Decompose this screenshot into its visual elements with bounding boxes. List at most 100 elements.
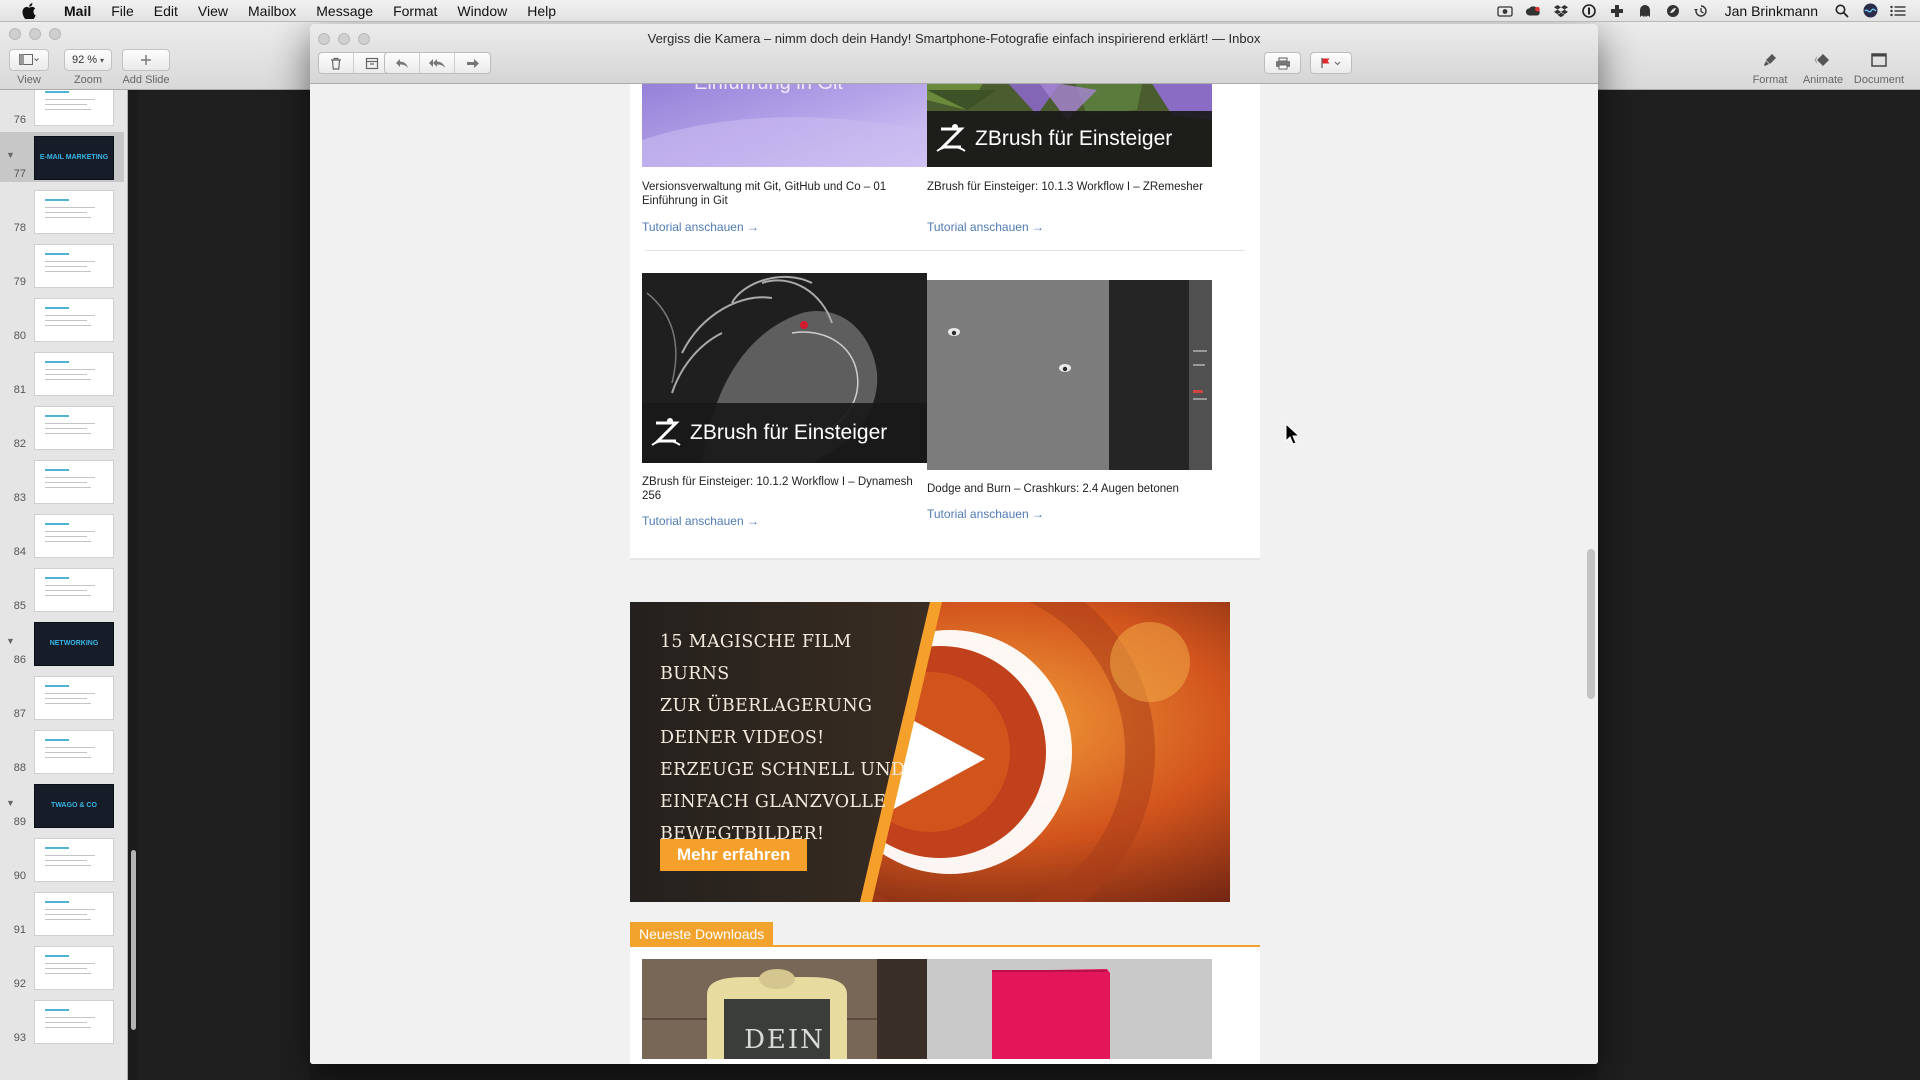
- user-name[interactable]: Jan Brinkmann: [1725, 3, 1818, 19]
- slide-thumbnail-row[interactable]: 78: [0, 186, 124, 236]
- slide-thumbnail[interactable]: [34, 352, 114, 396]
- slide-thumbnail[interactable]: [34, 892, 114, 936]
- menu-message[interactable]: Message: [306, 0, 383, 22]
- download-image-note[interactable]: [927, 959, 1212, 1059]
- slide-thumbnail-row[interactable]: 90: [0, 834, 124, 884]
- tutorial-link[interactable]: Tutorial anschauen →: [642, 514, 759, 528]
- leaf-icon[interactable]: [1665, 4, 1681, 18]
- menu-format[interactable]: Format: [383, 0, 447, 22]
- keynote-animate-tool[interactable]: Animate: [1802, 49, 1844, 86]
- slide-thumbnail[interactable]: [34, 190, 114, 234]
- tutorial-image-zbrush[interactable]: ZBrush für Einsteiger: [642, 273, 927, 463]
- plus-icon[interactable]: [122, 49, 170, 71]
- slide-thumbnail[interactable]: NETWORKING: [34, 622, 114, 666]
- slide-thumbnail-row[interactable]: 79: [0, 240, 124, 290]
- slide-thumbnail-row[interactable]: 93: [0, 996, 124, 1046]
- cloud-icon[interactable]: [1637, 4, 1653, 18]
- slide-thumbnail-row[interactable]: 80: [0, 294, 124, 344]
- film-burns-banner[interactable]: 15 MAGISCHE FILM BURNS ZUR ÜBERLAGERUNG …: [630, 602, 1230, 902]
- plus-icon[interactable]: [1609, 4, 1625, 18]
- slide-thumbnail-row[interactable]: ▼ TWAGO & CO 89: [0, 780, 124, 830]
- slide-thumbnail-row[interactable]: 76: [0, 90, 124, 128]
- tutorial-image-zbrush[interactable]: ZBrush für Einsteiger: [927, 84, 1212, 167]
- trash-icon[interactable]: [319, 53, 354, 73]
- menu-window[interactable]: Window: [447, 0, 517, 22]
- slide-thumbnail[interactable]: [34, 838, 114, 882]
- slide-thumbnail[interactable]: [34, 1000, 114, 1044]
- slide-thumbnail-row[interactable]: 88: [0, 726, 124, 776]
- menu-file[interactable]: File: [101, 0, 144, 22]
- disclosure-triangle-icon[interactable]: ▼: [6, 636, 15, 646]
- slide-thumbnail-row[interactable]: 82: [0, 402, 124, 452]
- menu-app-mail[interactable]: Mail: [54, 0, 101, 22]
- slide-thumbnail[interactable]: [34, 406, 114, 450]
- siri-icon[interactable]: [1862, 3, 1878, 18]
- tutorial-title[interactable]: Dodge and Burn – Crashkurs: 2.4 Augen be…: [927, 482, 1212, 496]
- keynote-add-slide-tool[interactable]: Add Slide: [122, 49, 170, 86]
- sidebar-layout-icon[interactable]: [9, 49, 49, 71]
- disclosure-triangle-icon[interactable]: ▼: [6, 798, 15, 808]
- slide-thumbnail[interactable]: [34, 244, 114, 288]
- keynote-zoom-tool[interactable]: 92 % ▾ Zoom: [64, 49, 112, 86]
- reply-icon[interactable]: [385, 53, 420, 73]
- slide-thumbnail-row[interactable]: 84: [0, 510, 124, 560]
- tutorial-title[interactable]: ZBrush für Einsteiger: 10.1.2 Workflow I…: [642, 475, 927, 503]
- forward-icon[interactable]: [455, 53, 490, 73]
- slide-thumbnail[interactable]: [34, 568, 114, 612]
- download-image-sign[interactable]: DEIN: [642, 959, 927, 1059]
- flag-icon[interactable]: [1311, 53, 1351, 73]
- tutorial-title[interactable]: Versionsverwaltung mit Git, GitHub und C…: [642, 180, 927, 208]
- tutorial-image-dodge-burn[interactable]: [927, 280, 1212, 470]
- slide-thumbnail[interactable]: TWAGO & CO: [34, 784, 114, 828]
- menu-edit[interactable]: Edit: [144, 0, 188, 22]
- slide-thumbnail[interactable]: [34, 90, 114, 126]
- keynote-zoom-button[interactable]: [49, 28, 61, 40]
- tutorial-link[interactable]: Tutorial anschauen →: [927, 507, 1044, 521]
- slide-thumbnail-row[interactable]: 92: [0, 942, 124, 992]
- slide-thumbnail[interactable]: [34, 514, 114, 558]
- keynote-minimize-button[interactable]: [29, 28, 41, 40]
- slide-thumbnail[interactable]: [34, 460, 114, 504]
- slide-thumbnail[interactable]: [34, 730, 114, 774]
- spotlight-search-icon[interactable]: [1834, 4, 1850, 18]
- dropbox-icon[interactable]: [1553, 4, 1569, 18]
- slide-thumbnail-line: [45, 914, 87, 915]
- menu-mailbox[interactable]: Mailbox: [238, 0, 306, 22]
- slide-thumbnail-row[interactable]: 91: [0, 888, 124, 938]
- slide-thumbnail-row[interactable]: 87: [0, 672, 124, 722]
- tutorial-image-git[interactable]: Einführung in Git: [642, 84, 927, 167]
- creative-cloud-icon[interactable]: [1525, 4, 1541, 18]
- slide-thumbnail[interactable]: [34, 676, 114, 720]
- navigator-scrollbar[interactable]: [131, 850, 136, 1030]
- print-icon[interactable]: [1265, 53, 1300, 73]
- menu-view[interactable]: View: [188, 0, 238, 22]
- message-body[interactable]: Einführung in Git Versionsverwaltung mit…: [310, 84, 1598, 1064]
- keynote-close-button[interactable]: [9, 28, 21, 40]
- keynote-format-tool[interactable]: Format: [1752, 49, 1788, 86]
- keynote-view-tool[interactable]: View: [9, 49, 49, 86]
- slide-thumbnail-row[interactable]: ▼ NETWORKING 86: [0, 618, 124, 668]
- slide-thumbnail[interactable]: [34, 946, 114, 990]
- slide-navigator[interactable]: 76 ▼ E-MAIL MARKETING 77 78 79 80 81 82 83 84 85 ▼ NE…: [0, 90, 128, 1080]
- apple-menu-icon[interactable]: [18, 2, 40, 19]
- disclosure-triangle-icon[interactable]: ▼: [6, 150, 15, 160]
- tutorial-link[interactable]: Tutorial anschauen →: [642, 220, 759, 234]
- keynote-canvas-right: [1598, 90, 1920, 1080]
- mail-scrollbar[interactable]: [1587, 549, 1595, 699]
- tutorial-link[interactable]: Tutorial anschauen →: [927, 220, 1044, 234]
- slide-thumbnail-row[interactable]: ▼ E-MAIL MARKETING 77: [0, 132, 124, 182]
- menu-help[interactable]: Help: [517, 0, 566, 22]
- camera-icon[interactable]: [1496, 4, 1513, 18]
- time-machine-icon[interactable]: [1693, 4, 1709, 18]
- slide-thumbnail-row[interactable]: 81: [0, 348, 124, 398]
- slide-thumbnail-row[interactable]: 83: [0, 456, 124, 506]
- mehr-erfahren-button[interactable]: Mehr erfahren: [660, 839, 808, 871]
- tutorial-title[interactable]: ZBrush für Einsteiger: 10.1.3 Workflow I…: [927, 180, 1212, 194]
- reply-all-icon[interactable]: [420, 53, 455, 73]
- keynote-document-tool[interactable]: Document: [1852, 49, 1906, 86]
- slide-thumbnail[interactable]: [34, 298, 114, 342]
- notification-center-icon[interactable]: [1890, 4, 1906, 18]
- onepassword-icon[interactable]: [1581, 3, 1597, 18]
- slide-thumbnail[interactable]: E-MAIL MARKETING: [34, 136, 114, 180]
- slide-thumbnail-row[interactable]: 85: [0, 564, 124, 614]
